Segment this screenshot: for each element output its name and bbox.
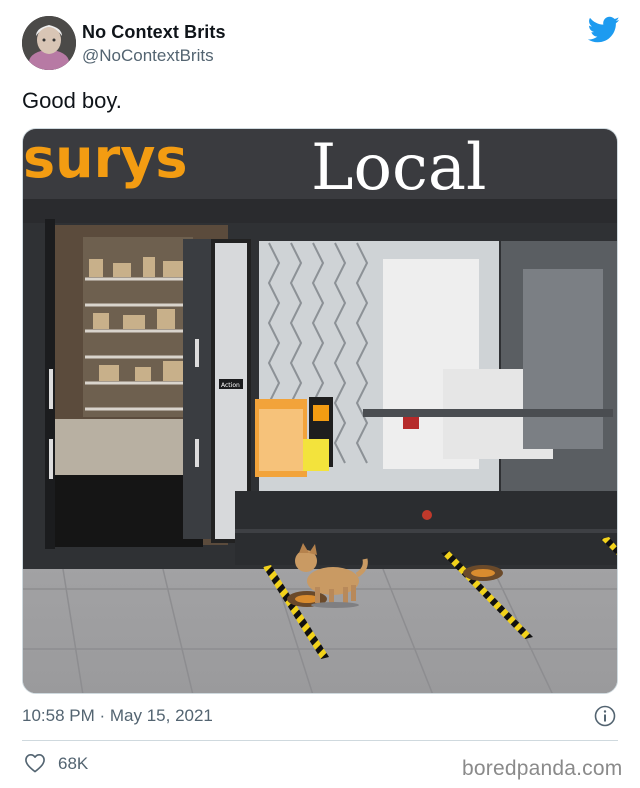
avatar[interactable] [22,16,76,70]
shop-sign-text: surys [23,129,188,190]
twitter-bird-icon[interactable] [587,16,620,44]
tweet-card: No Context Brits @NoContextBrits Good bo… [0,0,640,788]
like-count[interactable]: 68K [58,754,88,774]
source-watermark: boredpanda.com [462,757,623,780]
tweet-timestamp[interactable]: 10:58 PM · May 15, 2021 [22,706,213,726]
divider [22,740,618,741]
display-name[interactable]: No Context Brits [82,22,226,43]
shop-sign-local: Local [311,131,487,205]
tweet-photo[interactable]: surys Local Action [22,128,618,694]
info-icon[interactable] [594,705,616,727]
user-handle[interactable]: @NoContextBrits [82,46,214,66]
door-label: Action [221,382,240,389]
heart-icon[interactable] [24,753,46,773]
tweet-text: Good boy. [22,88,122,113]
